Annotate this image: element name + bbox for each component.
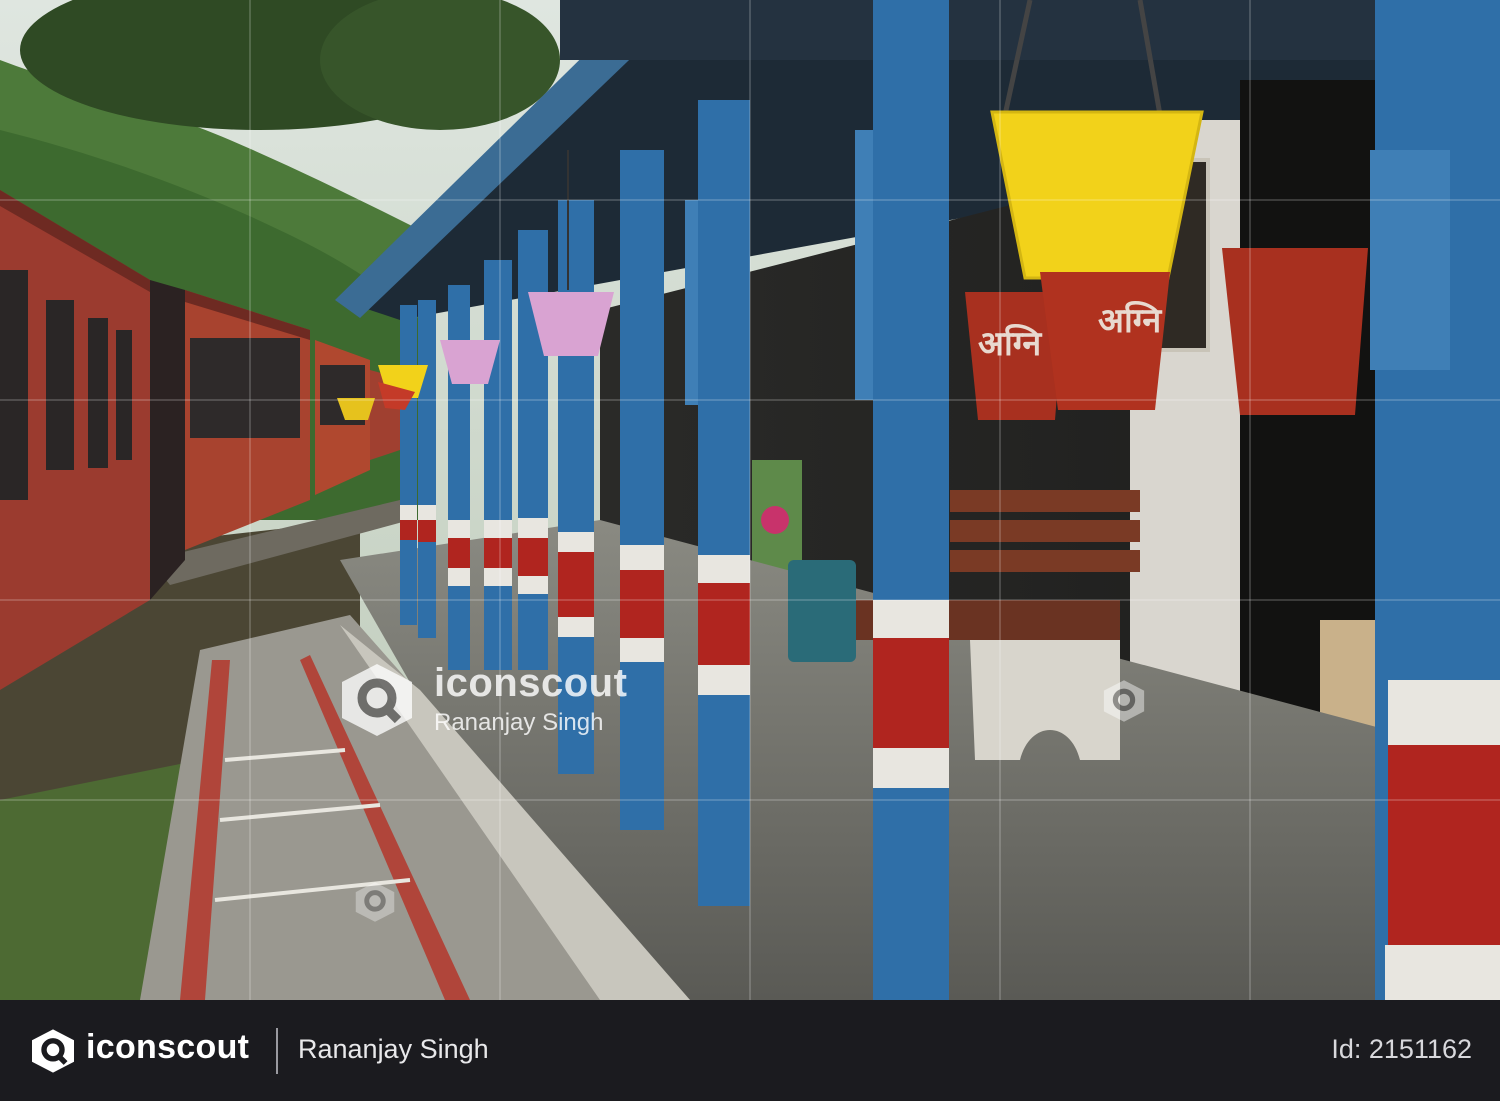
- iconscout-logo-icon: [342, 664, 412, 736]
- iconscout-logo-icon: [1103, 680, 1145, 722]
- watermark-author: Rananjay Singh: [434, 709, 604, 736]
- iconscout-logo-icon: [355, 882, 395, 922]
- photo-scene: अग्नि अग्नि: [0, 0, 1500, 1000]
- pot-label-2: अग्नि: [1098, 300, 1162, 341]
- pot-label-1: अग्नि: [978, 323, 1042, 364]
- asset-id: Id: 2151162: [1331, 1034, 1472, 1064]
- footer-bar: iconscout Rananjay Singh Id: 2151162: [0, 1000, 1500, 1101]
- watermark-brand: iconscout: [434, 661, 628, 705]
- footer-divider: [276, 1028, 278, 1074]
- dustbin: [788, 560, 856, 662]
- footer-brand[interactable]: iconscout: [86, 1028, 249, 1067]
- footer-author[interactable]: Rananjay Singh: [298, 1034, 489, 1065]
- center-watermark: iconscout Rananjay Singh: [336, 660, 676, 740]
- iconscout-logo-icon[interactable]: [28, 1027, 78, 1075]
